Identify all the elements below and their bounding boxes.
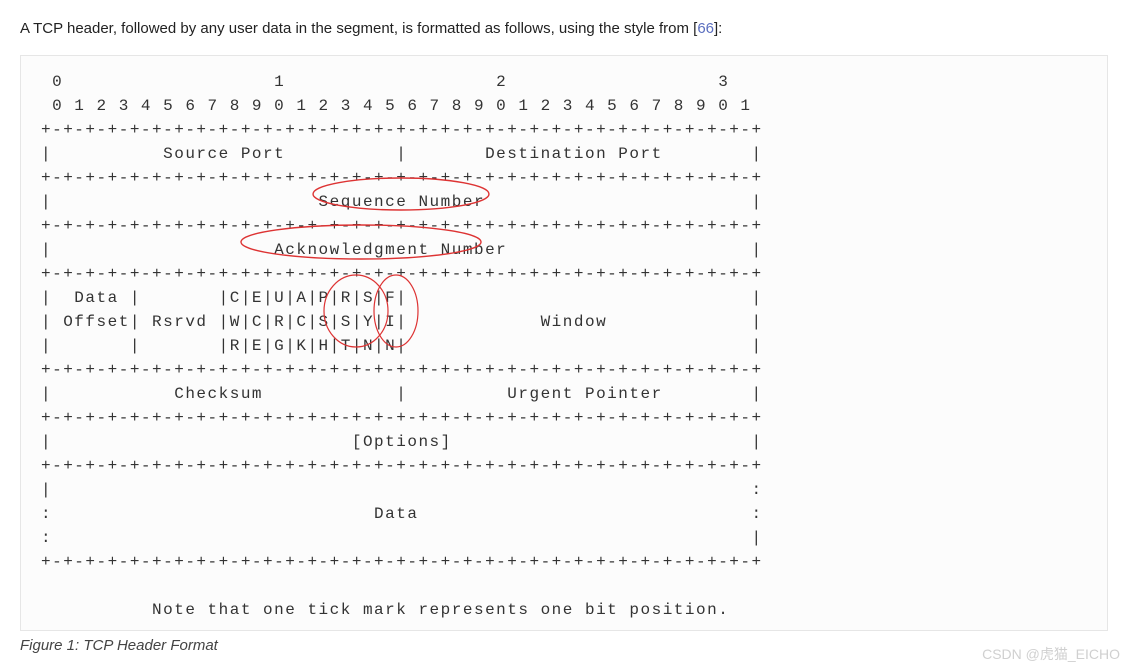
figure-caption: Figure 1: TCP Header Format — [20, 637, 1108, 654]
intro-text-after: ]: — [714, 20, 722, 37]
intro-text-before: A TCP header, followed by any user data … — [20, 20, 697, 37]
tcp-header-ascii: 0 1 2 3 0 1 2 3 4 5 6 7 8 9 0 1 2 3 4 5 … — [41, 70, 1087, 622]
citation-link[interactable]: 66 — [697, 20, 714, 37]
ascii-figure-box: 0 1 2 3 0 1 2 3 4 5 6 7 8 9 0 1 2 3 4 5 … — [20, 55, 1108, 631]
intro-paragraph: A TCP header, followed by any user data … — [20, 18, 1108, 41]
